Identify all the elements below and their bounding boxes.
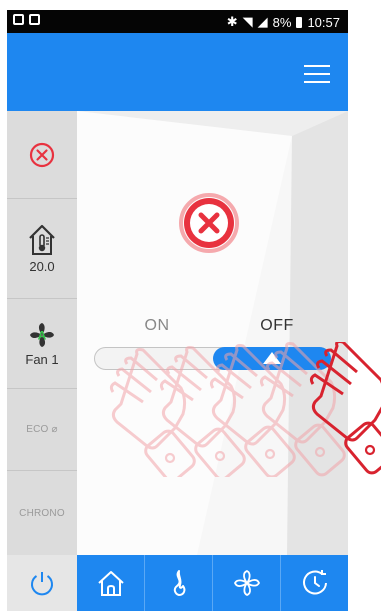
eco-row: ECO ⌀ — [26, 424, 58, 435]
bluetooth-icon: ✱ — [226, 14, 238, 29]
power-toggle-switch[interactable] — [94, 347, 331, 370]
power-off-icon[interactable] — [177, 191, 241, 255]
gallery-icon — [13, 14, 24, 25]
nav-fan-button[interactable] — [213, 555, 281, 611]
signal-icon: ◢ — [257, 14, 268, 29]
close-circle-icon — [29, 142, 55, 167]
clock-time: 10:57 — [307, 14, 340, 30]
rail-fan[interactable]: A Fan 1 — [7, 299, 77, 389]
image-icon — [29, 14, 40, 25]
wifi-icon: ◥ — [242, 14, 253, 29]
switch-off-label: OFF — [260, 317, 294, 334]
clock-icon — [302, 570, 327, 595]
chrono-label: CHRONO — [19, 507, 65, 519]
fan-icon: A — [30, 323, 54, 347]
switch-on-label: ON — [144, 317, 170, 334]
home-icon — [97, 571, 124, 596]
status-bar: ✱ ◥ ◢ 8% 10:57 — [7, 10, 348, 33]
nav-heating-button[interactable] — [145, 555, 213, 611]
nav-home-button[interactable] — [77, 555, 145, 611]
battery-icon — [296, 16, 303, 28]
phone-screen: ✱ ◥ ◢ 8% 10:57 20.0 A Fan 1 ECO ⌀ CHRONO… — [7, 10, 348, 611]
fan-label: Fan 1 — [25, 352, 59, 367]
battery-percent: 8% — [272, 14, 292, 30]
app-bar — [7, 33, 348, 111]
eco-label: ECO — [26, 424, 49, 435]
svg-text:A: A — [38, 329, 47, 343]
fan-icon — [233, 570, 260, 596]
rail-chrono[interactable]: CHRONO — [7, 471, 77, 555]
switch-knob[interactable] — [213, 347, 331, 370]
rail-status[interactable] — [7, 111, 77, 199]
house-thermometer-icon — [29, 224, 55, 255]
bottom-navigation — [7, 555, 348, 611]
nav-schedule-button[interactable] — [281, 555, 348, 611]
left-rail: 20.0 A Fan 1 ECO ⌀ CHRONO — [7, 111, 77, 555]
leaf-icon: ⌀ — [51, 424, 58, 435]
main-panel: ON OFF — [77, 111, 348, 555]
power-icon — [31, 572, 53, 596]
rail-temperature[interactable]: 20.0 — [7, 199, 77, 299]
flame-icon — [173, 570, 185, 596]
nav-power-button[interactable] — [7, 555, 77, 611]
arrow-up-icon — [263, 352, 281, 364]
rail-eco[interactable]: ECO ⌀ — [7, 389, 77, 471]
background-shine — [77, 111, 348, 555]
temperature-value: 20.0 — [29, 259, 55, 274]
hamburger-menu-icon[interactable] — [304, 65, 330, 83]
